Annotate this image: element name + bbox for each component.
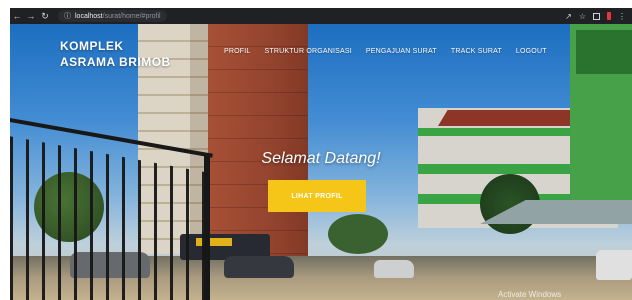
nav-profil[interactable]: PROFIL bbox=[224, 48, 250, 55]
page: ← → ↻ ⓘ localhost /surat/home/#profil ↗ … bbox=[0, 0, 632, 300]
reload-button[interactable]: ↻ bbox=[38, 8, 52, 24]
nav-track-surat[interactable]: TRACK SURAT bbox=[451, 48, 502, 55]
star-icon[interactable]: ☆ bbox=[579, 12, 586, 21]
extension-icon[interactable] bbox=[607, 12, 611, 20]
main-nav: PROFIL STRUKTUR ORGANISASI PENGAJUAN SUR… bbox=[224, 48, 547, 55]
address-bar[interactable]: ⓘ localhost /surat/home/#profil bbox=[58, 10, 167, 22]
brand-line-2: ASRAMA BRIMOB bbox=[60, 55, 171, 69]
url-host: localhost bbox=[75, 12, 103, 20]
browser-toolbar: ← → ↻ ⓘ localhost /surat/home/#profil ↗ … bbox=[10, 8, 632, 24]
hero-banner: KOMPLEK ASRAMA BRIMOB PROFIL STRUKTUR OR… bbox=[10, 24, 632, 300]
nav-struktur-organisasi[interactable]: STRUKTUR ORGANISASI bbox=[264, 48, 351, 55]
brand-line-1: KOMPLEK bbox=[60, 39, 124, 53]
forward-button[interactable]: → bbox=[24, 8, 38, 24]
welcome-heading: Selamat Datang! bbox=[261, 150, 381, 167]
activate-windows-watermark: Activate Windows bbox=[498, 290, 562, 299]
nav-logout[interactable]: LOGOUT bbox=[516, 48, 547, 55]
tab-icon[interactable] bbox=[593, 12, 600, 20]
view-profile-button[interactable]: LIHAT PROFIL bbox=[268, 180, 366, 212]
nav-pengajuan-surat[interactable]: PENGAJUAN SURAT bbox=[366, 48, 437, 55]
back-button[interactable]: ← bbox=[10, 8, 24, 24]
browser-actions: ↗ ☆ ⋮ bbox=[565, 12, 632, 21]
info-icon[interactable]: ⓘ bbox=[64, 11, 71, 21]
share-icon[interactable]: ↗ bbox=[565, 12, 572, 21]
kebab-menu-icon[interactable]: ⋮ bbox=[618, 12, 626, 21]
url-path: /surat/home/#profil bbox=[102, 12, 161, 20]
site-brand[interactable]: KOMPLEK ASRAMA BRIMOB bbox=[60, 38, 171, 70]
